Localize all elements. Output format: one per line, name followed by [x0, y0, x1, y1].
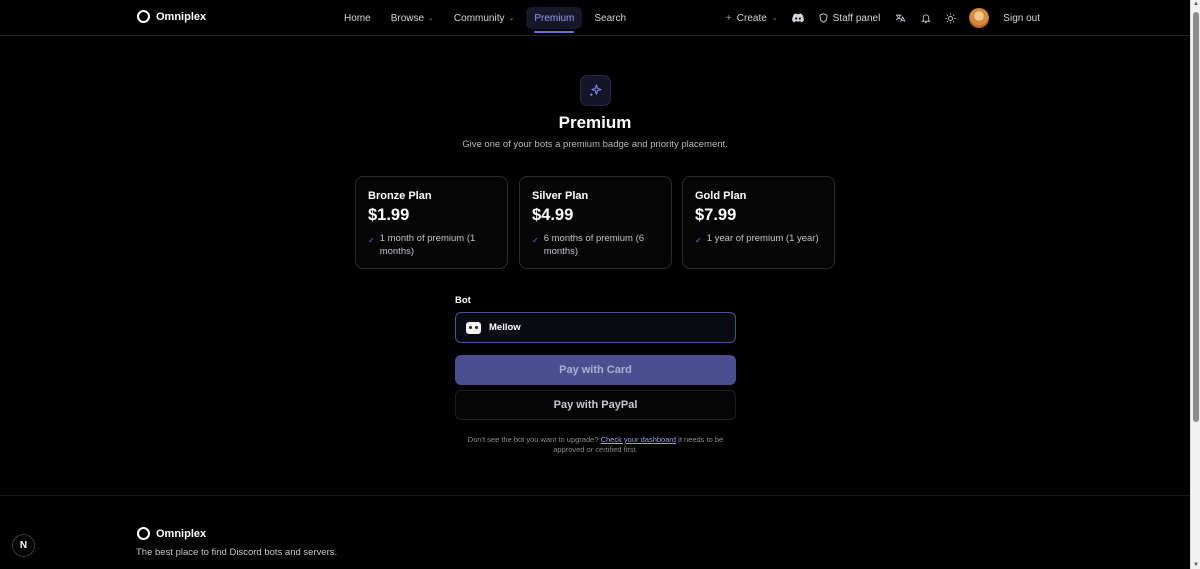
chevron-down-icon: ⌄	[508, 15, 515, 22]
create-label: Create	[736, 12, 767, 24]
check-icon: ✓	[695, 236, 702, 245]
nav-premium-label: Premium	[534, 12, 575, 24]
main-nav: Home Browse ⌄ Community ⌄ Premium Search	[336, 7, 634, 33]
scroll-up-arrow-icon[interactable]: ▲	[1192, 1, 1200, 7]
sun-theme-icon[interactable]	[938, 7, 963, 29]
plan-feature-text: 1 month of premium (1 months)	[379, 233, 476, 257]
page-title: Premium	[558, 113, 632, 132]
page-scrollbar[interactable]: ▲ ▼	[1190, 0, 1200, 569]
nav-browse-label: Browse	[390, 12, 425, 24]
bot-field-label: Bot	[455, 295, 471, 306]
staff-panel-button[interactable]: Staff panel	[811, 7, 889, 29]
plan-card-gold[interactable]: Gold Plan $7.99 ✓ 1 year of premium (1 y…	[682, 176, 835, 269]
check-icon: ✓	[368, 236, 375, 245]
plus-icon: +	[725, 12, 732, 24]
footer-tagline: The best place to find Discord bots and …	[136, 547, 338, 558]
bot-avatar-icon	[466, 321, 481, 334]
brand-home-link[interactable]: Omniplex	[137, 10, 206, 23]
nav-premium[interactable]: Premium	[526, 7, 583, 33]
scroll-down-arrow-icon[interactable]: ▼	[1192, 562, 1200, 568]
bot-select-value: Mellow	[489, 322, 521, 333]
nav-community[interactable]: Community ⌄	[446, 7, 522, 29]
check-icon: ✓	[532, 236, 539, 245]
plan-feature-text: 6 months of premium (6 months)	[543, 233, 645, 257]
user-avatar[interactable]	[969, 8, 990, 28]
bell-icon[interactable]	[913, 7, 938, 29]
plan-card-silver[interactable]: Silver Plan $4.99 ✓ 6 months of premium …	[519, 176, 672, 269]
plan-feature: ✓ 1 year of premium (1 year)	[695, 233, 822, 248]
brand-name: Omniplex	[156, 10, 207, 23]
pay-with-paypal-button[interactable]: Pay with PayPal	[455, 390, 736, 420]
top-navbar: Omniplex Home Browse ⌄ Community ⌄ Premium…	[0, 0, 1190, 36]
sign-out-button[interactable]: Sign out	[995, 7, 1048, 29]
discord-icon[interactable]	[786, 7, 811, 29]
plan-name: Bronze Plan	[368, 190, 432, 202]
note-text-before: Don't see the bot you want to upgrade?	[467, 435, 599, 444]
nav-browse[interactable]: Browse ⌄	[383, 7, 442, 29]
footer-brand[interactable]: Omniplex	[137, 527, 206, 540]
bot-select[interactable]: Mellow	[455, 312, 736, 343]
nav-community-label: Community	[453, 12, 505, 24]
chevron-down-icon: ⌄	[428, 15, 434, 22]
omniplex-logo-icon	[137, 527, 150, 540]
pay-with-card-button[interactable]: Pay with Card	[455, 355, 736, 385]
chevron-down-icon: ⌄	[771, 15, 778, 22]
plan-feature-text: 1 year of premium (1 year)	[706, 233, 819, 244]
page-subtitle: Give one of your bots a premium badge an…	[462, 139, 728, 150]
nextjs-badge-icon[interactable]: N	[12, 534, 35, 557]
plan-name: Silver Plan	[532, 190, 589, 202]
plan-card-bronze[interactable]: Bronze Plan $1.99 ✓ 1 month of premium (…	[355, 176, 508, 269]
plan-feature: ✓ 1 month of premium (1 months)	[368, 233, 495, 258]
nav-home[interactable]: Home	[336, 7, 379, 29]
plan-price: $4.99	[532, 206, 574, 224]
dashboard-link[interactable]: Check your dashboard	[601, 435, 676, 444]
sparkles-icon	[580, 75, 611, 106]
language-icon[interactable]	[888, 7, 913, 29]
upgrade-note: Don't see the bot you want to upgrade? C…	[455, 435, 736, 455]
nav-search-label: Search	[594, 12, 627, 24]
plan-price: $1.99	[368, 206, 410, 224]
plan-feature: ✓ 6 months of premium (6 months)	[532, 233, 659, 258]
nav-home-label: Home	[344, 12, 371, 24]
footer-brand-name: Omniplex	[156, 527, 207, 540]
nav-search[interactable]: Search	[586, 7, 634, 29]
sign-out-label: Sign out	[1003, 12, 1040, 24]
nav-actions: + Create ⌄ Staff panel Sign out	[718, 7, 1048, 29]
create-button[interactable]: + Create ⌄	[718, 7, 786, 29]
plan-name: Gold Plan	[695, 190, 747, 202]
staff-panel-label: Staff panel	[832, 12, 881, 24]
footer-divider	[0, 495, 1190, 496]
scroll-thumb[interactable]	[1193, 12, 1199, 422]
shield-icon	[819, 13, 827, 23]
plan-price: $7.99	[695, 206, 737, 224]
omniplex-logo-icon	[137, 10, 150, 23]
